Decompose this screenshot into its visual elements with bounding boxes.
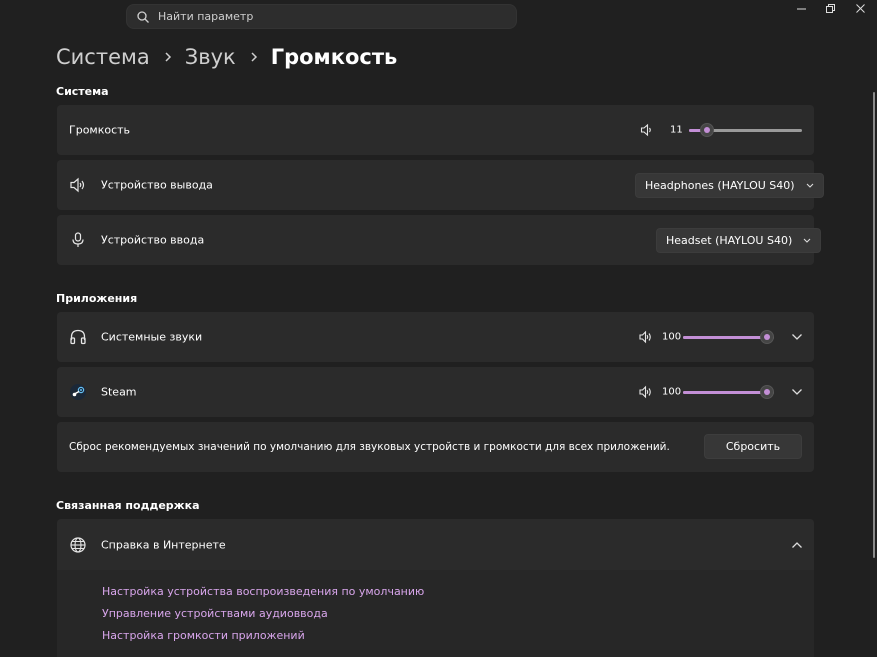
help-online-label: Справка в Интернете [101,538,226,551]
output-device-selected: Headphones (HAYLOU S40) [645,179,795,192]
app-name: Steam [101,385,137,399]
volume-value: 11 [670,124,683,136]
slider-thumb[interactable] [699,123,714,137]
steam-icon [70,384,86,400]
search-input[interactable]: Найти параметр [158,10,253,23]
link-default-playback-device[interactable]: Настройка устройства воспроизведения по … [102,585,424,598]
speaker-icon[interactable] [640,123,654,137]
restore-icon [826,4,835,13]
chevron-down-icon[interactable] [791,388,803,396]
page-title: Громкость [270,45,398,69]
close-button[interactable] [846,0,876,18]
app-name: Системные звуки [101,330,203,344]
section-title-system: Система [56,85,109,98]
app-volume-value: 100 [662,386,682,398]
microphone-icon [72,232,84,247]
reset-description: Сброс рекомендуемых значений по умолчани… [69,441,670,453]
app-volume-value: 100 [662,331,682,343]
minimize-icon [797,8,806,10]
speaker-icon[interactable] [639,385,653,399]
breadcrumb-system[interactable]: Система [56,45,150,69]
search-icon [137,11,149,23]
section-title-apps: Приложения [56,292,138,305]
reset-button[interactable]: Сбросить [704,434,802,459]
headphones-icon [70,329,86,345]
output-device-label: Устройство вывода [101,178,213,192]
input-device-label: Устройство ввода [101,233,205,247]
output-device-card[interactable]: Устройство вывода Headphones (HAYLOU S40… [57,160,824,210]
breadcrumb: Система Звук Громкость [56,41,397,73]
slider-thumb[interactable] [760,385,774,399]
speaker-icon [70,177,85,193]
chevron-down-icon [803,238,811,243]
chevron-down-icon [806,183,813,188]
volume-slider[interactable] [689,122,802,138]
close-icon [856,4,865,13]
restore-button[interactable] [816,0,846,18]
chevron-right-icon [251,52,257,62]
chevron-down-icon[interactable] [791,333,803,341]
volume-card: Громкость 11 [57,105,814,155]
app-volume-slider[interactable] [683,384,774,400]
chevron-up-icon[interactable] [791,541,803,549]
slider-fill [683,336,767,339]
reset-card: Сброс рекомендуемых значений по умолчани… [57,422,814,472]
search-box[interactable]: Найти параметр [126,4,517,29]
section-title-support: Связанная поддержка [56,499,200,512]
app-card-system-sounds[interactable]: Системные звуки 100 [57,312,814,362]
input-device-dropdown[interactable]: Headset (HAYLOU S40) [656,228,822,253]
globe-icon [70,536,86,553]
app-volume-slider[interactable] [683,329,774,345]
volume-label: Громкость [69,123,131,137]
breadcrumb-sound[interactable]: Звук [185,45,236,69]
output-device-dropdown[interactable]: Headphones (HAYLOU S40) [635,173,824,198]
settings-window: Найти параметр Система Звук Громкость Си… [0,0,877,657]
minimize-button[interactable] [787,0,817,18]
link-manage-input-devices[interactable]: Управление устройствами аудиоввода [102,607,328,620]
chevron-right-icon [165,52,171,62]
input-device-card[interactable]: Устройство ввода Headset (HAYLOU S40) [57,215,822,265]
help-online-header[interactable]: Справка в Интернете [57,519,814,570]
slider-fill [683,391,767,394]
app-card-steam[interactable]: Steam 100 [57,367,814,417]
slider-thumb[interactable] [760,330,774,344]
link-app-volume[interactable]: Настройка громкости приложений [102,629,305,642]
scrollbar[interactable] [873,92,875,558]
input-device-selected: Headset (HAYLOU S40) [666,234,793,247]
speaker-icon[interactable] [639,330,653,344]
